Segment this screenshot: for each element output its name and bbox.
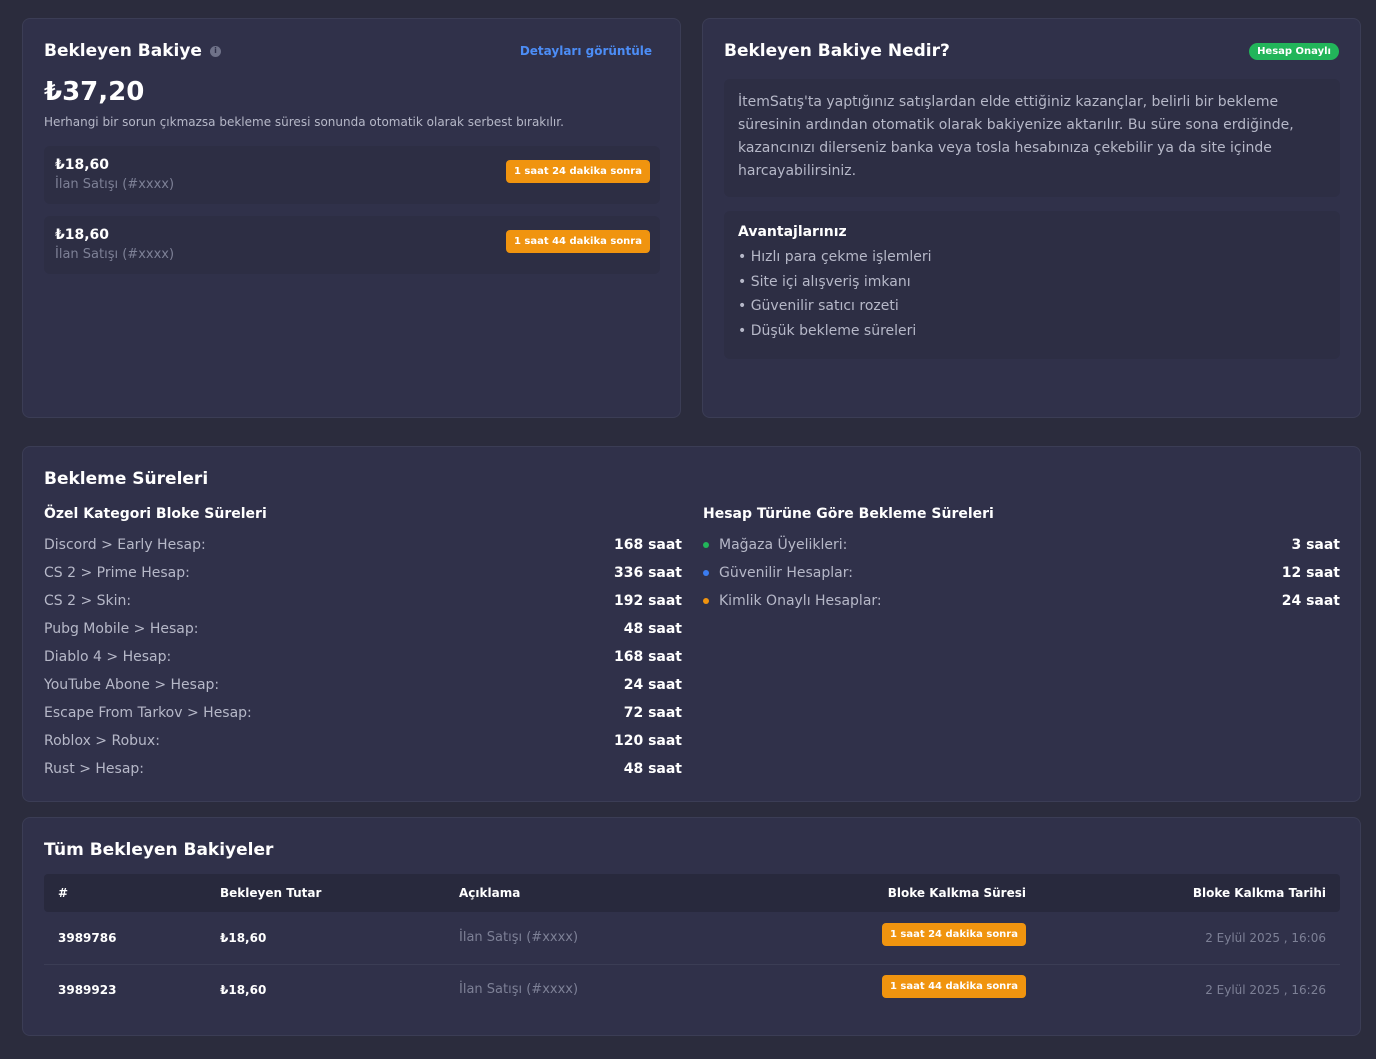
category-row: Diablo 4 > Hesap: 168 saat	[44, 643, 682, 671]
pending-balance-title: Bekleyen Bakiye	[44, 41, 202, 61]
entry-amount: ₺18,60	[55, 227, 110, 243]
row-date: 2 Eylül 2025 , 16:06	[1205, 931, 1326, 945]
advantage-item: • Güvenilir satıcı rozeti	[738, 298, 899, 315]
category-value: 24 saat	[623, 677, 682, 693]
advantages-box: Avantajlarınız • Hızlı para çekme işleml…	[724, 211, 1340, 359]
orange-dot-icon	[703, 598, 709, 604]
category-label: Pubg Mobile > Hesap:	[44, 621, 199, 637]
all-pending-title: Tüm Bekleyen Bakiyeler	[44, 840, 274, 860]
info-icon[interactable]: i	[209, 45, 221, 57]
pending-balance-card: Bekleyen Bakiye i Detayları görüntüle ₺3…	[22, 18, 681, 418]
advantage-item: • Hızlı para çekme işlemleri	[738, 249, 932, 265]
category-row: Discord > Early Hesap: 168 saat	[44, 531, 682, 559]
column-header-date: Bloke Kalkma Tarihi	[1192, 886, 1326, 900]
green-dot-icon	[703, 542, 709, 548]
account-type-row: Güvenilir Hesaplar: 12 saat	[703, 559, 1340, 587]
account-type-label: Mağaza Üyelikleri:	[719, 537, 848, 553]
category-value: 168 saat	[613, 537, 682, 553]
explanation-text: İtemSatış'ta yaptığınız satışlardan elde…	[738, 94, 1294, 179]
row-description: İlan Satışı (#xxxx)	[459, 982, 579, 997]
view-details-link[interactable]: Detayları görüntüle	[520, 44, 652, 58]
row-remaining-badge: 1 saat 24 dakika sonra	[881, 923, 1026, 946]
category-row: Rust > Hesap: 48 saat	[44, 755, 682, 783]
column-header-description: Açıklama	[459, 886, 521, 900]
category-label: Escape From Tarkov > Hesap:	[44, 705, 252, 721]
row-remaining-badge: 1 saat 44 dakika sonra	[881, 975, 1026, 998]
waiting-times-card: Bekleme Süreleri Özel Kategori Bloke Sür…	[22, 446, 1361, 802]
category-row: CS 2 > Skin: 192 saat	[44, 587, 682, 615]
remaining-time-badge: 1 saat 44 dakika sonra	[505, 230, 650, 253]
category-label: CS 2 > Prime Hesap:	[44, 565, 190, 581]
pending-balance-amount: ₺37,20	[44, 77, 145, 107]
category-label: CS 2 > Skin:	[44, 593, 132, 609]
category-value: 192 saat	[613, 593, 682, 609]
category-value: 72 saat	[623, 705, 682, 721]
pending-entry: ₺18,60 İlan Satışı (#xxxx) 1 saat 24 dak…	[44, 146, 660, 204]
category-label: Roblox > Robux:	[44, 733, 160, 749]
category-value: 120 saat	[613, 733, 682, 749]
column-header-id: #	[58, 886, 69, 900]
table-row: 3989923 ₺18,60 İlan Satışı (#xxxx) 1 saa…	[44, 964, 1340, 1016]
all-pending-balances-card: Tüm Bekleyen Bakiyeler # Bekleyen Tutar …	[22, 817, 1361, 1036]
row-amount: ₺18,60	[220, 983, 267, 997]
account-type-row: Mağaza Üyelikleri: 3 saat	[703, 531, 1340, 559]
row-id: 3989786	[58, 931, 117, 945]
account-type-label: Güvenilir Hesaplar:	[719, 565, 853, 581]
account-type-value: 12 saat	[1281, 565, 1340, 581]
category-value: 336 saat	[613, 565, 682, 581]
category-heading: Özel Kategori Bloke Süreleri	[44, 506, 267, 522]
category-label: YouTube Abone > Hesap:	[44, 677, 220, 693]
category-row: Escape From Tarkov > Hesap: 72 saat	[44, 699, 682, 727]
explanation-box: İtemSatış'ta yaptığınız satışlardan elde…	[724, 79, 1340, 197]
entry-amount: ₺18,60	[55, 157, 110, 173]
category-value: 48 saat	[623, 621, 682, 637]
what-is-title: Bekleyen Bakiye Nedir?	[724, 41, 950, 61]
category-row: Roblox > Robux: 120 saat	[44, 727, 682, 755]
advantages-title: Avantajlarınız	[738, 224, 847, 240]
row-id: 3989923	[58, 983, 117, 997]
category-row: YouTube Abone > Hesap: 24 saat	[44, 671, 682, 699]
waiting-times-title: Bekleme Süreleri	[44, 469, 209, 489]
category-value: 168 saat	[613, 649, 682, 665]
row-amount: ₺18,60	[220, 931, 267, 945]
entry-description: İlan Satışı (#xxxx)	[55, 247, 175, 262]
advantage-item: • Site içi alışveriş imkanı	[738, 273, 911, 290]
category-label: Discord > Early Hesap:	[44, 537, 206, 553]
table-header: # Bekleyen Tutar Açıklama Bloke Kalkma S…	[44, 874, 1340, 912]
account-type-value: 24 saat	[1281, 593, 1340, 609]
category-value: 48 saat	[623, 761, 682, 777]
pending-entry: ₺18,60 İlan Satışı (#xxxx) 1 saat 44 dak…	[44, 216, 660, 274]
category-row: CS 2 > Prime Hesap: 336 saat	[44, 559, 682, 587]
category-label: Diablo 4 > Hesap:	[44, 649, 172, 665]
pending-balance-note: Herhangi bir sorun çıkmazsa bekleme süre…	[44, 115, 564, 129]
row-description: İlan Satışı (#xxxx)	[459, 930, 579, 945]
table-row: 3989786 ₺18,60 İlan Satışı (#xxxx) 1 saa…	[44, 912, 1340, 965]
account-verified-badge: Hesap Onaylı	[1249, 43, 1339, 60]
category-row: Pubg Mobile > Hesap: 48 saat	[44, 615, 682, 643]
category-label: Rust > Hesap:	[44, 761, 145, 777]
entry-description: İlan Satışı (#xxxx)	[55, 177, 175, 192]
account-type-heading: Hesap Türüne Göre Bekleme Süreleri	[703, 506, 994, 522]
remaining-time-badge: 1 saat 24 dakika sonra	[505, 160, 650, 183]
column-header-amount: Bekleyen Tutar	[220, 886, 322, 900]
column-header-remaining: Bloke Kalkma Süresi	[887, 886, 1026, 900]
advantage-item: • Düşük bekleme süreleri	[738, 323, 917, 340]
account-type-row: Kimlik Onaylı Hesaplar: 24 saat	[703, 587, 1340, 615]
account-type-label: Kimlik Onaylı Hesaplar:	[719, 593, 882, 609]
row-date: 2 Eylül 2025 , 16:26	[1205, 983, 1326, 997]
what-is-pending-balance-card: Bekleyen Bakiye Nedir? Hesap Onaylı İtem…	[702, 18, 1361, 418]
account-type-value: 3 saat	[1291, 537, 1340, 553]
blue-dot-icon	[703, 570, 709, 576]
